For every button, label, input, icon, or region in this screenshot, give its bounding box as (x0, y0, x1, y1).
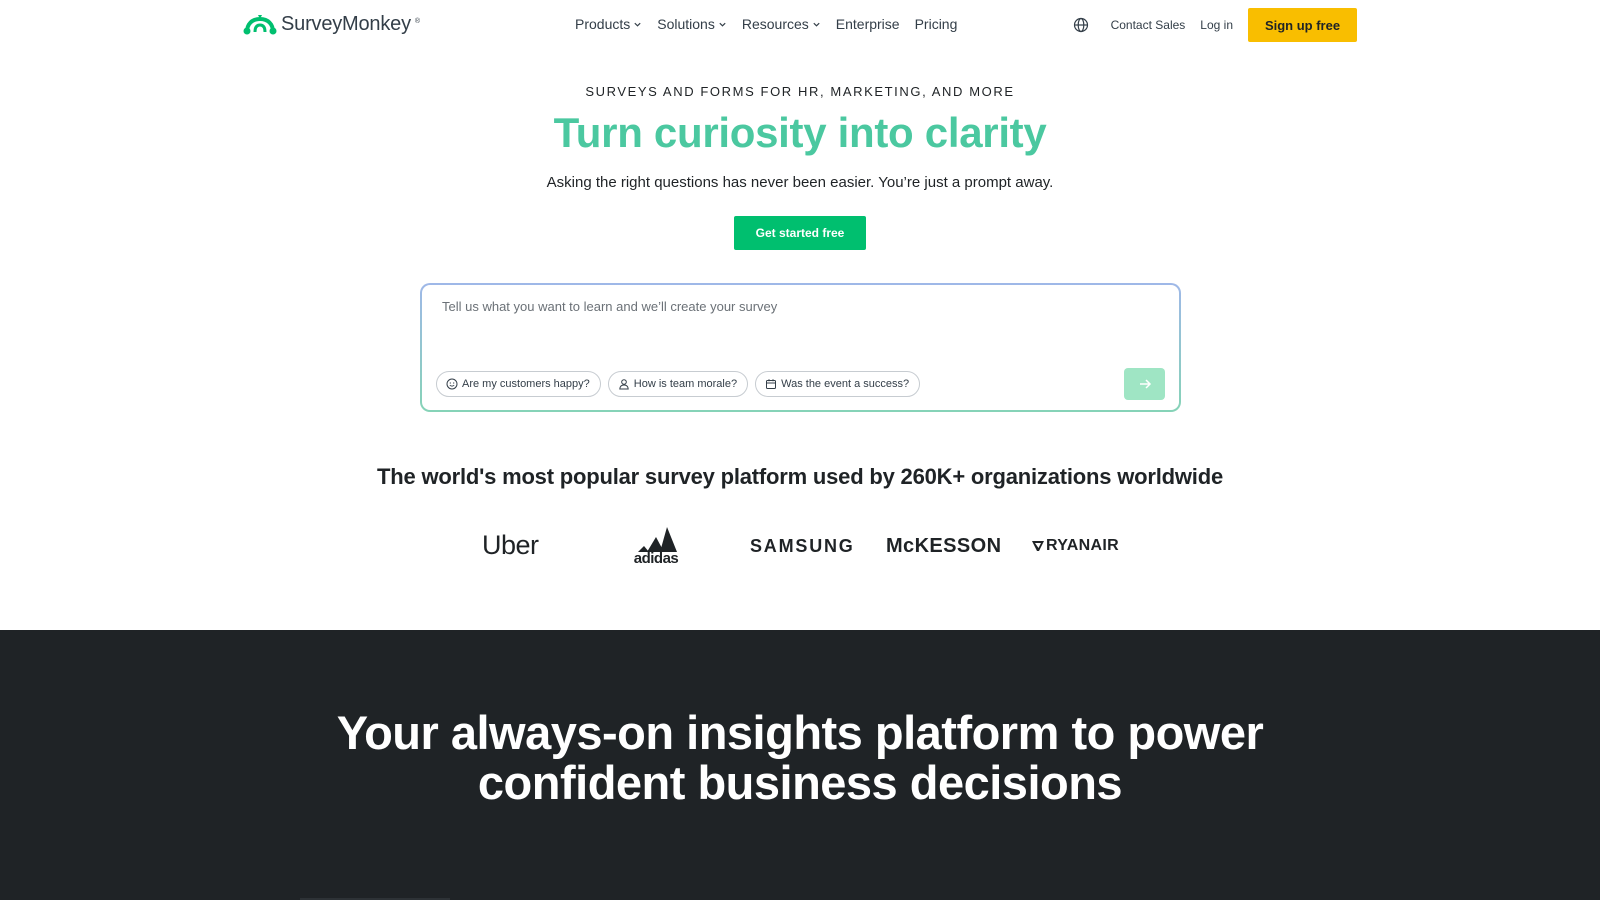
nav-pricing[interactable]: Pricing (915, 16, 958, 32)
nav-products-label: Products (575, 16, 631, 32)
contact-sales-link[interactable]: Contact Sales (1111, 18, 1186, 32)
sign-up-button[interactable]: Sign up free (1248, 8, 1357, 42)
ryanair-logo: RYANAIR (1032, 537, 1119, 555)
mckesson-logo: McKESSON (886, 535, 1002, 557)
nav-actions: Contact Sales Log in Sign up free (1073, 8, 1357, 42)
person-icon (619, 379, 629, 390)
customer-logos: Uber adidas SAMSUNG McKESSON RYANAIR (470, 523, 1140, 573)
nav-pricing-label: Pricing (914, 16, 958, 32)
main-nav-links: Products Solutions Resources Enterprise … (575, 16, 957, 32)
top-nav: SurveyMonkey ® Products Solutions Resour… (0, 0, 1600, 50)
survey-prompt-box: Are my customers happy? How is team mora… (420, 283, 1181, 412)
globe-icon[interactable] (1073, 17, 1089, 33)
chip-event-success[interactable]: Was the event a success? (755, 371, 921, 397)
insights-title-line2: confident business decisions (477, 756, 1123, 809)
surveymonkey-logo[interactable]: SurveyMonkey ® (243, 12, 420, 36)
suggestion-chips: Are my customers happy? How is team mora… (436, 371, 921, 397)
ryanair-harp-icon (1032, 541, 1044, 551)
nav-enterprise-label: Enterprise (835, 16, 900, 32)
hero-headline: Turn curiosity into clarity (553, 109, 1047, 156)
chip-team-morale[interactable]: How is team morale? (607, 371, 749, 397)
get-started-button[interactable]: Get started free (734, 216, 866, 250)
nav-solutions-label: Solutions (657, 16, 715, 32)
logo-registered-mark: ® (414, 18, 421, 25)
arrow-right-icon (1139, 379, 1151, 389)
nav-solutions[interactable]: Solutions (657, 16, 727, 32)
chevron-down-icon (719, 22, 726, 27)
adidas-wordmark: adidas (633, 550, 679, 567)
survey-prompt-inner: Are my customers happy? How is team mora… (422, 285, 1179, 410)
chevron-down-icon (813, 22, 820, 27)
adidas-logo: adidas (628, 523, 684, 569)
nav-resources[interactable]: Resources (742, 16, 821, 32)
chip-customers-happy[interactable]: Are my customers happy? (436, 371, 601, 397)
calendar-icon (766, 379, 777, 389)
send-prompt-button[interactable] (1124, 368, 1165, 400)
hero-eyebrow: SURVEYS AND FORMS FOR HR, MARKETING, AND… (585, 84, 1015, 99)
insights-title-line1: Your always-on insights platform to powe… (336, 706, 1264, 759)
insights-title: Your always-on insights platform to powe… (0, 708, 1600, 808)
surveymonkey-logo-icon (243, 15, 277, 35)
hero-subline: Asking the right questions has never bee… (546, 174, 1054, 191)
smiley-icon (446, 378, 458, 390)
nav-products[interactable]: Products (575, 16, 642, 32)
chip-label: How is team morale? (633, 378, 738, 390)
social-proof-title: The world's most popular survey platform… (377, 464, 1223, 489)
nav-enterprise[interactable]: Enterprise (836, 16, 900, 32)
logo-wordmark: SurveyMonkey (281, 12, 411, 35)
chip-label: Are my customers happy? (462, 378, 590, 390)
chip-label: Was the event a success? (781, 378, 910, 390)
nav-resources-label: Resources (741, 16, 809, 32)
ryanair-wordmark: RYANAIR (1046, 537, 1119, 554)
log-in-link[interactable]: Log in (1200, 18, 1233, 32)
survey-prompt-input[interactable] (442, 299, 1142, 314)
insights-section: Your always-on insights platform to powe… (0, 630, 1600, 900)
adidas-stripes-icon (638, 527, 677, 552)
samsung-logo: SAMSUNG (750, 536, 855, 556)
uber-logo: Uber (482, 530, 539, 560)
chevron-down-icon (634, 22, 641, 27)
